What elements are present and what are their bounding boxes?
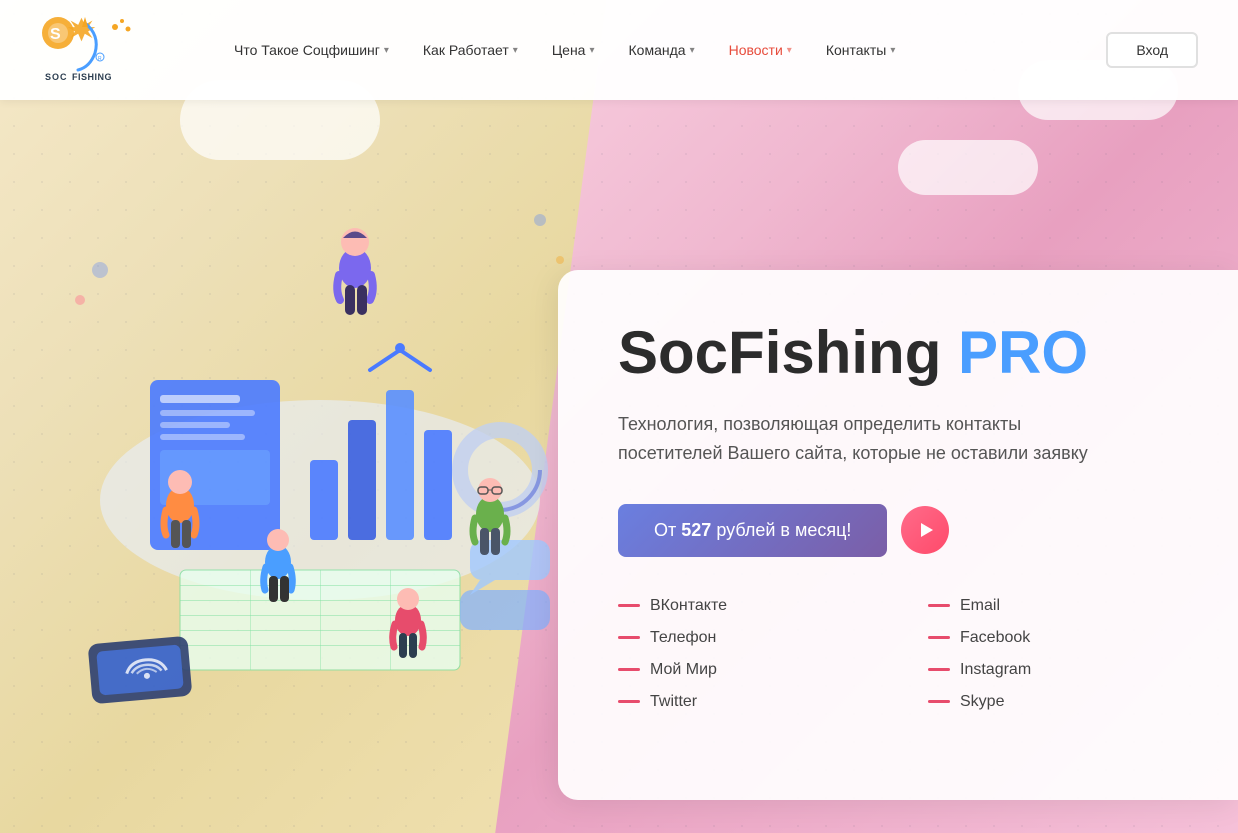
feature-instagram: Instagram <box>928 661 1178 679</box>
illustration-svg <box>40 120 620 740</box>
feature-dash-icon <box>618 604 640 607</box>
svg-text:R: R <box>98 56 102 62</box>
nav-item-contacts[interactable]: Контакты ▾ <box>812 34 910 66</box>
play-icon <box>915 520 935 540</box>
hero-card: SocFishing PRO Технология, позволяющая о… <box>558 270 1238 800</box>
feature-skype: Skype <box>928 693 1178 711</box>
feature-dash-icon <box>928 636 950 639</box>
chevron-down-icon: ▾ <box>890 45 895 56</box>
svg-text:SOC: SOC <box>45 72 68 82</box>
chevron-down-icon: ▾ <box>787 45 792 56</box>
logo-icon: S SOC FISHING R <box>40 15 150 85</box>
feature-phone: Телефон <box>618 629 868 647</box>
cta-arrow-button[interactable] <box>901 506 949 554</box>
hero-title: SocFishing PRO <box>618 320 1178 386</box>
chevron-down-icon: ▾ <box>589 45 594 56</box>
logo[interactable]: S SOC FISHING R <box>40 15 180 85</box>
hero-content: SocFishing PRO Технология, позволяющая о… <box>618 320 1178 711</box>
chevron-down-icon: ▾ <box>690 45 695 56</box>
feature-dash-icon <box>928 668 950 671</box>
features-grid: ВКонтакте Email Телефон Facebook Мой Мир <box>618 597 1178 711</box>
nav-item-how[interactable]: Как Работает ▾ <box>409 34 532 66</box>
hero-section: S SOC FISHING R Что Такое Соцфишинг <box>0 0 1238 833</box>
feature-myworld: Мой Мир <box>618 661 868 679</box>
feature-vk: ВКонтакте <box>618 597 868 615</box>
nav-item-what[interactable]: Что Такое Соцфишинг ▾ <box>220 34 403 66</box>
feature-dash-icon <box>618 668 640 671</box>
cta-row: От 527 рублей в месяц! <box>618 504 1178 557</box>
cloud-decoration-3 <box>898 140 1038 195</box>
chevron-down-icon: ▾ <box>384 45 389 56</box>
hero-illustration <box>40 120 620 770</box>
feature-dash-icon <box>618 700 640 703</box>
login-button[interactable]: Вход <box>1106 32 1198 68</box>
hero-subtitle: Технология, позволяющая определить конта… <box>618 410 1098 468</box>
feature-twitter: Twitter <box>618 693 868 711</box>
chevron-down-icon: ▾ <box>513 45 518 56</box>
svg-text:FISHING: FISHING <box>72 72 112 82</box>
nav-item-news[interactable]: Новости ▾ <box>715 34 806 66</box>
feature-facebook: Facebook <box>928 629 1178 647</box>
feature-dash-icon <box>618 636 640 639</box>
svg-text:S: S <box>50 26 61 43</box>
nav-links: Что Такое Соцфишинг ▾ Как Работает ▾ Цен… <box>220 34 1106 66</box>
feature-dash-icon <box>928 604 950 607</box>
navbar: S SOC FISHING R Что Такое Соцфишинг <box>0 0 1238 100</box>
nav-item-team[interactable]: Команда ▾ <box>615 34 709 66</box>
feature-email: Email <box>928 597 1178 615</box>
nav-item-price[interactable]: Цена ▾ <box>538 34 609 66</box>
cta-button[interactable]: От 527 рублей в месяц! <box>618 504 887 557</box>
feature-dash-icon <box>928 700 950 703</box>
